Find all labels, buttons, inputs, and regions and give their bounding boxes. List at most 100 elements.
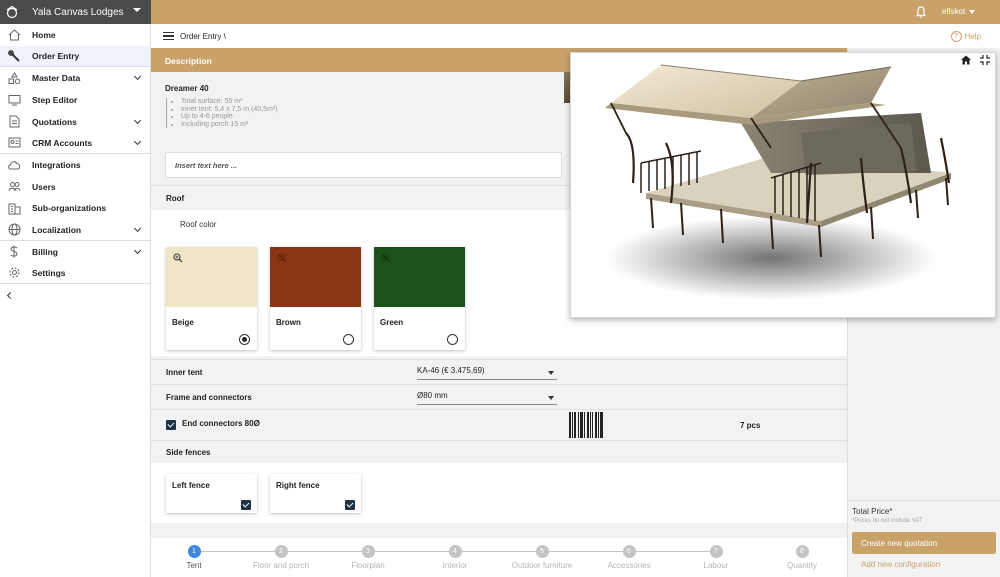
- gear-icon: [3, 266, 25, 280]
- left-fence-checkbox[interactable]: [241, 500, 251, 510]
- spec-item: Inner tent: 5,4 x 7,5 m (40,5m²): [181, 106, 278, 114]
- user-menu[interactable]: elfskot: [942, 7, 976, 16]
- dollar-icon: [3, 245, 25, 259]
- caret-down-icon: [548, 396, 554, 400]
- spec-item: Including porch 15 m²: [181, 121, 278, 129]
- frame-label: Frame and connectors: [166, 393, 252, 402]
- help-link[interactable]: ? Help: [950, 31, 981, 42]
- sidebar-item-quotations[interactable]: Quotations: [0, 111, 150, 133]
- exit-fullscreen-icon[interactable]: [978, 53, 992, 67]
- color-swatch: [166, 247, 257, 307]
- create-quotation-button[interactable]: Create new quotation: [852, 532, 996, 554]
- breadcrumb[interactable]: Order Entry \: [180, 32, 226, 41]
- step-label: Tent: [186, 561, 202, 570]
- fence-option-right[interactable]: Right fence: [270, 474, 361, 513]
- inner-tent-row: Inner tent KA-46 (€ 3.475,69): [151, 359, 847, 384]
- sidebar-item-integrations[interactable]: Integrations: [0, 154, 150, 176]
- spec-item: Total surface: 55 m²: [181, 98, 278, 106]
- fence-label: Right fence: [276, 481, 320, 490]
- roof-option-brown[interactable]: Brown: [270, 247, 361, 350]
- end-connectors-checkbox[interactable]: [166, 420, 176, 430]
- note-input[interactable]: Insert text here ...: [165, 152, 562, 178]
- frame-select[interactable]: Ø80 mm: [417, 391, 557, 405]
- step-interior[interactable]: 4 Interior: [415, 545, 495, 570]
- step-label: Floorplan: [351, 561, 385, 570]
- sidebar-item-localization[interactable]: Localization: [0, 219, 150, 241]
- radio-button[interactable]: [447, 334, 458, 345]
- globe-icon: [3, 223, 25, 237]
- sidebar-item-crm-accounts[interactable]: CRM Accounts: [0, 132, 150, 155]
- caret-down-icon: [969, 9, 976, 14]
- step-labour[interactable]: 7 Labour: [676, 545, 756, 570]
- home-icon: [3, 28, 25, 42]
- color-swatch: [374, 247, 465, 307]
- step-accessories[interactable]: 6 Accessories: [589, 545, 669, 570]
- sidebar-item-label: Billing: [32, 246, 58, 257]
- sidebar-item-label: Integrations: [32, 159, 81, 170]
- company-name: Yala Canvas Lodges: [32, 6, 124, 18]
- step-label: Floor and porch: [252, 561, 310, 570]
- step-floor-and-porch[interactable]: 2 Floor and porch: [241, 545, 321, 570]
- end-connectors-row: End connectors 80Ø 7 pcs: [151, 409, 847, 440]
- step-number: 8: [795, 545, 809, 558]
- barcode-icon: [569, 412, 605, 438]
- fence-option-left[interactable]: Left fence: [166, 474, 257, 513]
- sidebar-item-label: CRM Accounts: [32, 137, 93, 148]
- fence-label: Left fence: [172, 481, 210, 490]
- roof-option-green[interactable]: Green: [374, 247, 465, 350]
- step-number: 3: [361, 545, 375, 558]
- sidebar-item-label: Order Entry: [32, 51, 80, 62]
- sidebar-item-settings[interactable]: Settings: [0, 263, 150, 285]
- step-tent[interactable]: 1 Tent: [154, 545, 234, 570]
- company-switcher[interactable]: Yala Canvas Lodges: [0, 0, 151, 24]
- step-floorplan[interactable]: 3 Floorplan: [328, 545, 408, 570]
- step-quantity[interactable]: 8 Quantity: [762, 545, 842, 570]
- side-fences-header: Side fences: [151, 440, 847, 463]
- sidebar-item-home[interactable]: Home: [0, 24, 150, 46]
- monitor-icon: [3, 93, 25, 107]
- home-view-icon[interactable]: [959, 53, 973, 67]
- vat-note: *Prices do not include VAT: [852, 518, 923, 524]
- bell-icon[interactable]: [914, 5, 928, 19]
- roof-option-beige[interactable]: Beige: [166, 247, 257, 350]
- swatch-label: Beige: [172, 318, 194, 327]
- question-icon: ?: [950, 31, 962, 42]
- inner-tent-label: Inner tent: [166, 368, 203, 377]
- step-number: 7: [709, 545, 723, 558]
- step-label: Accessories: [607, 561, 651, 570]
- sidebar-item-label: Settings: [32, 267, 66, 278]
- breadcrumb-bar: Order Entry \ ? Help: [151, 24, 1000, 48]
- step-number: 5: [535, 545, 549, 558]
- sidebar-item-billing[interactable]: Billing: [0, 241, 150, 263]
- sidebar-item-label: Quotations: [32, 116, 77, 127]
- side-fences-section: Left fence Right fence: [151, 463, 847, 523]
- step-number: 6: [622, 545, 636, 558]
- step-outdoor-furniture[interactable]: 5 Outdoor furniture: [502, 545, 582, 570]
- caret-down-icon: [548, 371, 554, 375]
- sidebar-item-master-data[interactable]: Master Data: [0, 67, 150, 89]
- step-label: Outdoor furniture: [511, 561, 573, 570]
- zoom-icon[interactable]: [277, 253, 287, 263]
- swatch-label: Green: [380, 318, 404, 327]
- radio-button[interactable]: [239, 334, 250, 345]
- hamburger-menu-icon[interactable]: [163, 32, 174, 40]
- users-icon: [3, 180, 25, 194]
- sidebar-item-order-entry[interactable]: Order Entry: [0, 45, 150, 68]
- top-bar: Yala Canvas Lodges elfskot: [0, 0, 1000, 24]
- frame-row: Frame and connectors Ø80 mm: [151, 384, 847, 409]
- right-fence-checkbox[interactable]: [345, 500, 355, 510]
- select-value: KA-46 (€ 3.475,69): [417, 366, 485, 375]
- collapse-sidebar-icon[interactable]: [6, 291, 15, 300]
- document-icon: [3, 115, 25, 129]
- step-label: Interior: [442, 561, 468, 570]
- sidebar-item-step-editor[interactable]: Step Editor: [0, 89, 150, 111]
- help-label: Help: [964, 32, 981, 41]
- sidebar-item-users[interactable]: Users: [0, 176, 150, 198]
- add-configuration-link[interactable]: Add new configuration: [861, 560, 940, 569]
- radio-button[interactable]: [343, 334, 354, 345]
- sidebar-item-sub-organizations[interactable]: Sub-organizations: [0, 198, 150, 220]
- inner-tent-select[interactable]: KA-46 (€ 3.475,69): [417, 366, 557, 380]
- zoom-icon[interactable]: [173, 253, 183, 263]
- zoom-icon[interactable]: [381, 253, 391, 263]
- 3d-viewer[interactable]: [570, 52, 996, 318]
